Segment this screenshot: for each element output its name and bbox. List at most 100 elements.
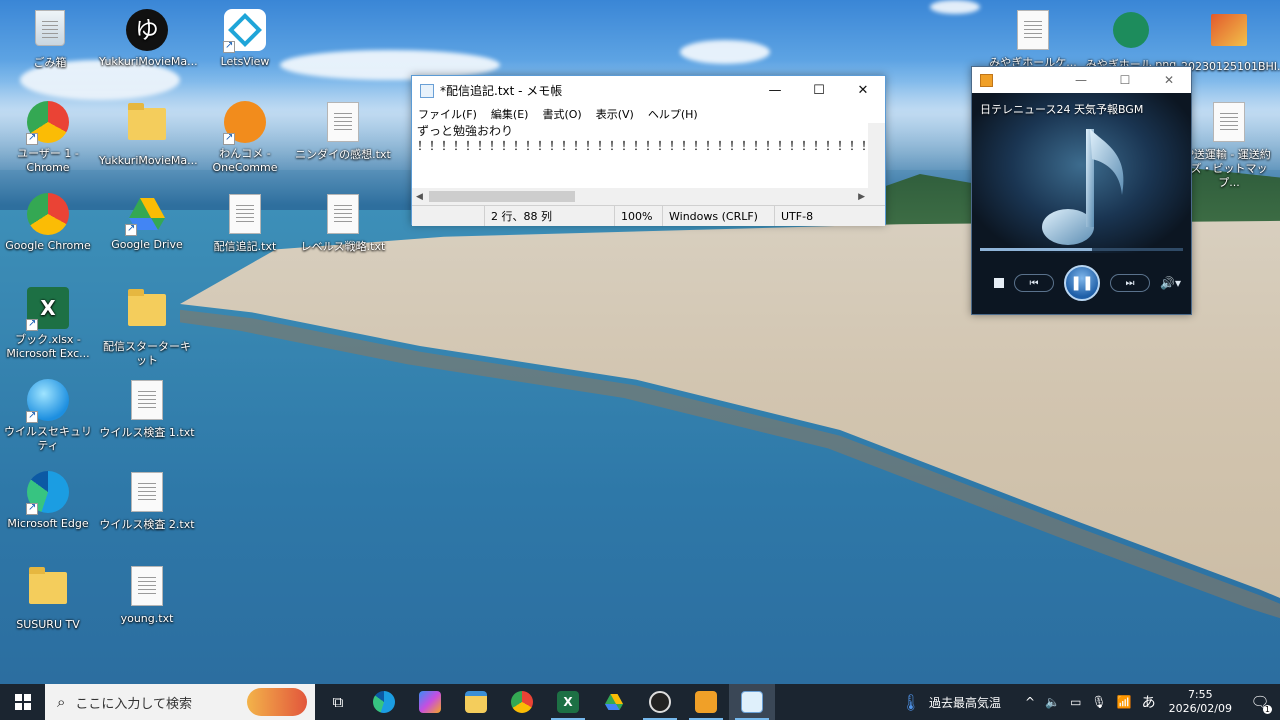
media-player-window[interactable]: — ☐ ✕ 日テレニュース24 天気予報BGM ⏮ ❚❚ ⏭ 🔊▾ — [971, 66, 1192, 315]
yukkuri-icon: ゆ — [126, 9, 168, 51]
desktop-icon-image-2023[interactable]: 20230125101BHI... — [1181, 8, 1280, 74]
desktop-icon-chrome-user[interactable]: ユーザー 1 - Chrome — [0, 100, 96, 175]
desktop-icon-virus-check-1[interactable]: ウイルス検査 1.txt — [99, 378, 195, 440]
desktop-icon-google-drive[interactable]: Google Drive — [99, 192, 195, 252]
taskbar-notepad[interactable] — [729, 684, 775, 720]
microphone-icon[interactable]: 🎙 — [1086, 684, 1111, 720]
clock-date: 2026/02/09 — [1168, 702, 1232, 715]
next-button[interactable]: ⏭ — [1110, 274, 1150, 292]
search-icon: ⌕ — [57, 693, 66, 711]
taskbar-copilot[interactable] — [407, 684, 453, 720]
notepad-title-bar[interactable]: *配信追記.txt - メモ帳 — ☐ ✕ — [412, 76, 885, 105]
speaker-icon[interactable]: 🔈 — [1040, 684, 1065, 720]
desktop-icon-miyagi-png[interactable]: みやぎホール.png — [1083, 8, 1179, 72]
ime-indicator[interactable]: あ — [1137, 684, 1161, 720]
google-drive-icon — [605, 694, 623, 710]
volume-button[interactable]: 🔊▾ — [1160, 276, 1181, 290]
media-player-app-icon — [980, 73, 993, 87]
taskbar: ⌕ ここに入力して検索 ⧉ X 🌡 過去最高気温 ^ 🔈 ▭ 🎙 📶 あ 7:5… — [0, 684, 1280, 720]
network-icon[interactable]: 📶 — [1112, 684, 1137, 720]
text-file-icon — [1017, 10, 1049, 50]
text-file-icon — [229, 194, 261, 234]
chevron-up-icon[interactable]: ^ — [1020, 684, 1040, 720]
taskbar-search-box[interactable]: ⌕ ここに入力して検索 — [45, 684, 315, 720]
previous-button[interactable]: ⏮ — [1014, 274, 1054, 292]
vertical-scrollbar[interactable] — [868, 123, 885, 188]
menu-format[interactable]: 書式(O) — [542, 106, 581, 122]
start-button[interactable] — [0, 684, 45, 720]
battery-icon[interactable]: ▭ — [1065, 684, 1086, 720]
chrome-icon — [27, 193, 69, 235]
menu-help[interactable]: ヘルプ(H) — [648, 106, 698, 122]
notepad-text-area[interactable]: ずっと勉強おわり ！！！！！！！！！！！！！！！！！！！！！！！！！！！！！！！… — [412, 123, 885, 188]
weather-text: 過去最高気温 — [929, 695, 1002, 710]
menu-view[interactable]: 表示(V) — [596, 106, 634, 122]
weather-widget[interactable]: 🌡 過去最高気温 — [896, 684, 1006, 720]
desktop-icon-excel-book[interactable]: X ブック.xlsx - Microsoft Exc... — [0, 286, 96, 361]
menu-file[interactable]: ファイル(F) — [418, 106, 477, 122]
taskbar-media-player[interactable] — [683, 684, 729, 720]
menu-edit[interactable]: 編集(E) — [491, 106, 529, 122]
desktop-icon-virus-check-2[interactable]: ウイルス検査 2.txt — [99, 470, 195, 532]
player-title-bar[interactable]: — ☐ ✕ — [972, 67, 1191, 93]
copilot-icon — [419, 691, 441, 713]
taskbar-google-drive[interactable] — [591, 684, 637, 720]
taskbar-chrome[interactable] — [499, 684, 545, 720]
clock[interactable]: 7:55 2026/02/09 — [1161, 688, 1240, 716]
desktop-icon-letsview[interactable]: LetsView — [197, 8, 293, 69]
desktop-icon-yukkuri[interactable]: ゆ YukkuriMovieMa... — [99, 8, 198, 69]
close-button[interactable]: ✕ — [1147, 67, 1191, 93]
desktop-icon-transport-txt[interactable]: P送運輸 - 運送約ズ・ビットマップ... — [1181, 100, 1277, 190]
task-view-button[interactable]: ⧉ — [315, 684, 361, 720]
horizontal-scrollbar[interactable]: ◀ ▶ — [412, 188, 885, 205]
search-placeholder: ここに入力して検索 — [75, 696, 193, 712]
stop-button[interactable] — [994, 278, 1004, 288]
desktop-icon-virus-security[interactable]: ウイルスセキュリティ — [0, 378, 96, 453]
image-icon — [1211, 14, 1247, 46]
notification-button[interactable]: 🗨 1 — [1240, 684, 1280, 720]
desktop-icon-starter-kit[interactable]: 配信スターターキット — [99, 286, 195, 368]
minimize-button[interactable]: — — [753, 76, 797, 105]
pause-button[interactable]: ❚❚ — [1064, 265, 1100, 301]
text-file-icon — [327, 194, 359, 234]
taskbar-explorer[interactable] — [453, 684, 499, 720]
notepad-menu-bar: ファイル(F) 編集(E) 書式(O) 表示(V) ヘルプ(H) — [412, 105, 885, 123]
status-encoding: UTF-8 — [774, 206, 885, 226]
album-art: 日テレニュース24 天気予報BGM — [972, 93, 1191, 253]
desktop-icon-yukkuri-folder[interactable]: YukkuriMovieMa... — [99, 100, 198, 168]
desktop-icon-young-txt[interactable]: young.txt — [99, 564, 195, 626]
maximize-button[interactable]: ☐ — [1103, 67, 1147, 93]
notepad-app-icon — [420, 83, 434, 98]
desktop-icon-google-chrome[interactable]: Google Chrome — [0, 192, 96, 253]
scroll-thumb[interactable] — [429, 191, 575, 202]
text-file-icon — [131, 472, 163, 512]
text-file-icon — [131, 566, 163, 606]
chrome-icon — [511, 691, 533, 713]
media-player-icon — [695, 691, 717, 713]
close-button[interactable]: ✕ — [841, 76, 885, 105]
minimize-button[interactable]: — — [1059, 67, 1103, 93]
task-view-icon: ⧉ — [332, 693, 344, 711]
scroll-left-icon[interactable]: ◀ — [416, 192, 423, 202]
taskbar-obs[interactable] — [637, 684, 683, 720]
desktop-icon-onecomme[interactable]: わんコメ - OneComme — [197, 100, 293, 175]
search-highlight-icon — [247, 688, 307, 716]
windows-icon — [14, 694, 31, 710]
maximize-button[interactable]: ☐ — [797, 76, 841, 105]
desktop-icon-recycle-bin[interactable]: ごみ箱 — [2, 8, 98, 70]
desktop-icon-levels-txt[interactable]: レベルス戦略.txt — [295, 192, 391, 254]
desktop-icon-edge[interactable]: Microsoft Edge — [0, 470, 96, 531]
image-icon — [1113, 12, 1149, 48]
seek-bar[interactable] — [980, 248, 1183, 251]
desktop-icon-nindai-txt[interactable]: ニンダイの感想.txt — [295, 100, 391, 162]
notepad-icon — [741, 691, 763, 713]
taskbar-edge[interactable] — [361, 684, 407, 720]
desktop-icon-susuru-tv[interactable]: SUSURU TV — [0, 564, 96, 632]
notepad-window[interactable]: *配信追記.txt - メモ帳 — ☐ ✕ ファイル(F) 編集(E) 書式(O… — [411, 75, 886, 226]
desktop-icon-miyagi-txt[interactable]: みやぎホールケ... — [985, 8, 1081, 70]
text-file-icon — [1213, 102, 1245, 142]
scroll-right-icon[interactable]: ▶ — [858, 192, 865, 202]
desktop-icon-haishin-txt[interactable]: 配信追記.txt — [197, 192, 293, 254]
music-note-icon — [1042, 129, 1124, 245]
taskbar-excel[interactable]: X — [545, 684, 591, 720]
